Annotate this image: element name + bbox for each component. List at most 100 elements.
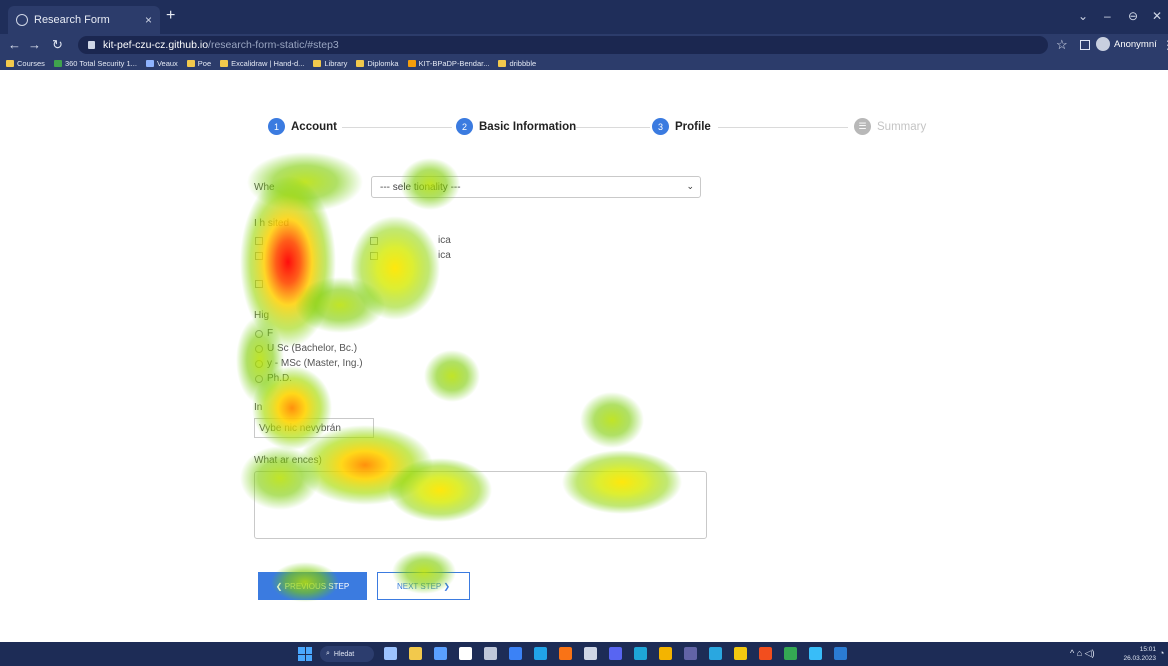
- url-path: /research-form-static/#step3: [208, 39, 339, 51]
- browser-tab[interactable]: Research Form ×: [8, 6, 160, 34]
- bookmark-label: KIT-BPaDP-Bendar...: [418, 58, 490, 68]
- tab-title: Research Form: [34, 14, 110, 26]
- step-account[interactable]: 1 Account: [268, 118, 337, 135]
- task-view-icon[interactable]: [384, 647, 397, 660]
- word-icon[interactable]: [834, 647, 847, 660]
- education-label: Hig: [254, 310, 270, 321]
- education-radio[interactable]: [255, 360, 263, 368]
- edge-2-icon[interactable]: [634, 647, 647, 660]
- maximize-button[interactable]: ⊖: [1128, 9, 1138, 23]
- chrome-2-icon[interactable]: [784, 647, 797, 660]
- notification-icon[interactable]: ◔: [1159, 648, 1164, 658]
- bookmark-folder-icon: [407, 59, 416, 67]
- step-connector: [718, 127, 848, 128]
- forward-icon[interactable]: →: [28, 37, 41, 53]
- profile-button[interactable]: Anonymní: [1096, 37, 1157, 51]
- essay-textarea[interactable]: [254, 471, 707, 539]
- interests-select[interactable]: Vybe nic nevybrán: [254, 418, 374, 438]
- bookmark-item[interactable]: 360 Total Security 1...: [53, 58, 137, 68]
- bookmark-folder-icon: [313, 59, 322, 67]
- bookmark-folder-icon: [6, 59, 14, 67]
- visited-checkbox[interactable]: [255, 252, 263, 260]
- teams-icon[interactable]: [684, 647, 697, 660]
- mail-icon[interactable]: [509, 647, 522, 660]
- bookmark-item[interactable]: KIT-BPaDP-Bendar...: [407, 58, 490, 68]
- discord-icon[interactable]: [609, 647, 622, 660]
- step-number: 3: [652, 118, 669, 135]
- heat-blob: [240, 176, 336, 348]
- profile-name: Anonymní: [1114, 38, 1157, 50]
- edge-icon[interactable]: [534, 647, 547, 660]
- screen: Research Form × + ⌄ – ⊖ ✕ ← → ↻ kit-pef-…: [0, 0, 1168, 666]
- powerbi-icon[interactable]: [734, 647, 747, 660]
- interests-label: In: [254, 402, 263, 413]
- url-host: kit-pef-czu-cz.github.io: [103, 39, 209, 51]
- calendar-icon[interactable]: [434, 647, 447, 660]
- reload-icon[interactable]: ↻: [52, 37, 63, 53]
- education-option: U Sc (Bachelor, Bc.): [267, 343, 358, 354]
- nationality-label: Whe: [254, 182, 275, 193]
- next-step-button[interactable]: NEXT STEP ❯: [377, 572, 470, 600]
- education-radio[interactable]: [255, 330, 263, 338]
- steam-icon[interactable]: [584, 647, 597, 660]
- clock[interactable]: 15:01 26.03.2023: [1118, 645, 1156, 663]
- taskbar-search[interactable]: ⌕ Hledat: [320, 646, 374, 662]
- minimize-button[interactable]: –: [1104, 9, 1111, 23]
- bookmark-label: Veaux: [156, 58, 178, 68]
- step-number: 1: [268, 118, 285, 135]
- education-radio[interactable]: [255, 345, 263, 353]
- telegram-icon[interactable]: [709, 647, 722, 660]
- tab-search-icon[interactable]: ⌄: [1078, 9, 1088, 23]
- bookmark-folder-icon: [186, 59, 195, 67]
- figma-icon[interactable]: [759, 647, 772, 660]
- close-window-button[interactable]: ✕: [1152, 9, 1162, 23]
- step-basic-information[interactable]: 2 Basic Information: [456, 118, 576, 135]
- date: 26.03.2023: [1123, 655, 1156, 662]
- step-label: Basic Information: [479, 120, 577, 133]
- bookmark-folder-icon: [220, 59, 229, 67]
- bookmark-item[interactable]: Poe: [186, 59, 211, 68]
- settings-icon[interactable]: [484, 647, 497, 660]
- bookmark-item[interactable]: Veaux: [145, 58, 178, 68]
- bookmark-item[interactable]: Excalidraw | Hand-d...: [220, 59, 304, 68]
- close-tab-icon[interactable]: ×: [145, 13, 152, 27]
- bookmark-label: 360 Total Security 1...: [64, 58, 137, 68]
- step-profile[interactable]: 3 Profile: [652, 118, 711, 135]
- bookmark-item[interactable]: Diplomka: [356, 58, 399, 68]
- heat-blob: [424, 350, 480, 402]
- address-bar[interactable]: kit-pef-czu-cz.github.io /research-form-…: [78, 36, 1048, 54]
- chrome-icon[interactable]: [659, 647, 672, 660]
- back-icon[interactable]: ←: [8, 37, 21, 53]
- side-panel-icon[interactable]: [1080, 40, 1090, 50]
- nationality-select[interactable]: --- sele tionality --- ⌄: [371, 176, 701, 198]
- visited-checkbox[interactable]: [255, 280, 263, 288]
- photos-icon[interactable]: [559, 647, 572, 660]
- visited-option: ica: [438, 235, 451, 246]
- bookmark-folder-icon: [145, 59, 154, 67]
- visited-checkbox[interactable]: [370, 237, 378, 245]
- bookmark-item[interactable]: dribbble: [498, 59, 536, 68]
- bookmark-star-icon[interactable]: ☆: [1056, 37, 1068, 53]
- new-tab-button[interactable]: +: [166, 8, 175, 24]
- heat-blob: [350, 216, 440, 320]
- app-icon[interactable]: [809, 647, 822, 660]
- notes-icon[interactable]: [459, 647, 472, 660]
- windows-taskbar: ⌕ Hledat ^ ⌂ ◁) 15:01 26.03.2023 ◔: [0, 642, 1168, 666]
- bookmark-item[interactable]: Library: [313, 59, 347, 68]
- time: 15:01: [1139, 646, 1156, 653]
- heat-blob: [580, 392, 644, 448]
- visited-checkbox[interactable]: [255, 237, 263, 245]
- system-tray[interactable]: ^ ⌂ ◁): [1070, 648, 1095, 659]
- previous-step-button[interactable]: ❮ PREVIOUS STEP: [258, 572, 367, 600]
- visited-checkbox[interactable]: [370, 252, 378, 260]
- bookmarks-bar: Courses 360 Total Security 1... Veaux Poe Ex…: [0, 56, 1168, 70]
- visited-label: I h sited: [254, 218, 290, 229]
- globe-icon: [16, 14, 28, 26]
- bookmark-item[interactable]: Courses: [6, 59, 45, 68]
- bookmark-folder-icon: [356, 59, 365, 67]
- menu-icon[interactable]: ⋮: [1162, 38, 1168, 52]
- education-radio[interactable]: [255, 375, 263, 383]
- bookmark-label: Diplomka: [367, 58, 399, 68]
- windows-start-icon[interactable]: [298, 647, 312, 661]
- files-icon[interactable]: [409, 647, 422, 660]
